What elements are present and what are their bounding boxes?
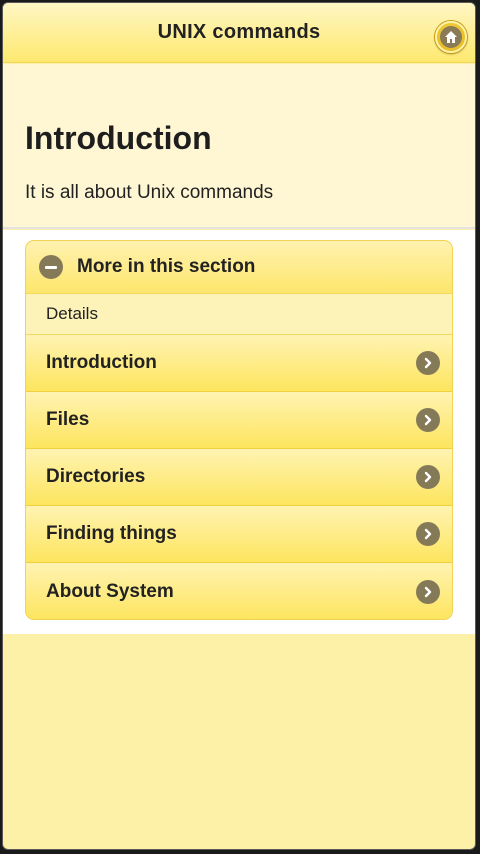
intro-section: Introduction It is all about Unix comman… — [3, 64, 475, 229]
list-item-finding-things[interactable]: Finding things — [26, 506, 452, 563]
list-item-label: Finding things — [46, 523, 177, 544]
list-item-introduction[interactable]: Introduction — [26, 335, 452, 392]
list-item-label: Introduction — [46, 352, 157, 373]
home-icon — [440, 26, 462, 48]
chevron-right-icon — [416, 465, 440, 489]
chevron-right-icon — [416, 522, 440, 546]
list-item-about-system[interactable]: About System — [26, 563, 452, 619]
intro-heading: Introduction — [25, 120, 212, 156]
minus-icon — [39, 255, 63, 279]
chevron-right-icon — [416, 408, 440, 432]
header-bar: UNIX commands — [3, 3, 475, 63]
list-item-files[interactable]: Files — [26, 392, 452, 449]
home-button[interactable] — [435, 21, 467, 53]
list-item-directories[interactable]: Directories — [26, 449, 452, 506]
chevron-right-icon — [416, 579, 440, 604]
intro-text: It is all about Unix commands — [25, 182, 274, 203]
app-frame: UNIX commands Introduction It is all abo… — [2, 2, 476, 850]
page-title: UNIX commands — [157, 21, 321, 43]
collapsible-heading: More in this section — [77, 256, 256, 277]
collapsible-header[interactable]: More in this section — [26, 241, 452, 294]
more-in-section-collapsible: More in this section Details Introductio… — [25, 240, 453, 620]
list-item-label: Directories — [46, 466, 146, 487]
content-area: More in this section Details Introductio… — [3, 230, 475, 634]
list-item-label: About System — [46, 580, 174, 602]
list-divider-details: Details — [26, 294, 452, 335]
chevron-right-icon — [416, 351, 440, 375]
list-item-label: Files — [46, 409, 90, 430]
